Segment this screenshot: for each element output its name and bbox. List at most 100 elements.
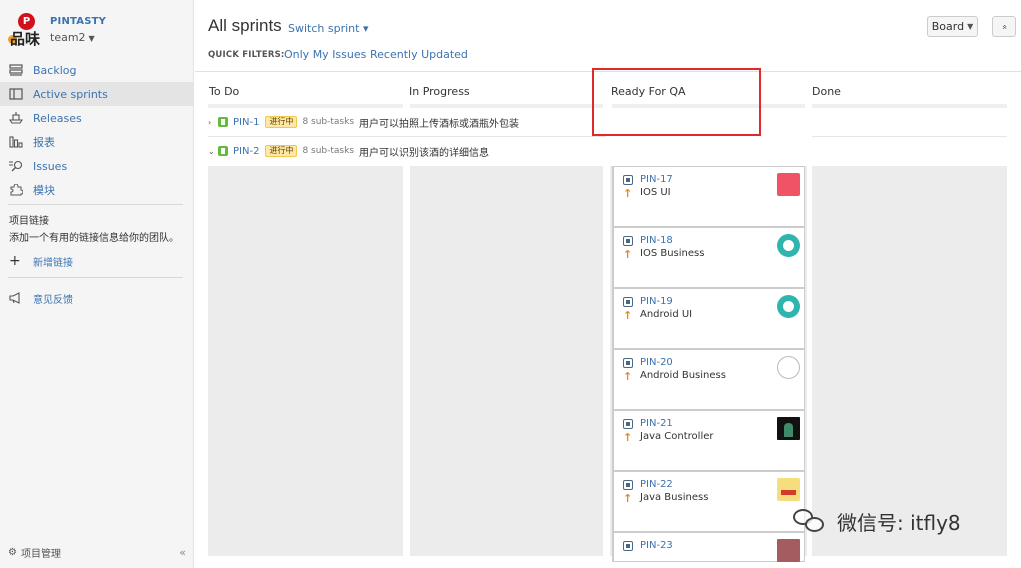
- quick-filters-label: QUICK FILTERS:: [208, 50, 285, 60]
- puzzle-icon: [8, 183, 24, 197]
- issue-card[interactable]: PIN-19 ↑ Android UI: [612, 288, 805, 349]
- feedback-label: 意见反馈: [33, 294, 73, 306]
- sidebar-divider: [8, 204, 183, 205]
- project-header[interactable]: P 品味 PINTASTY team2 ▼: [8, 10, 188, 50]
- subtask-count: 8 sub-tasks: [302, 146, 355, 156]
- column-in-progress: [410, 166, 603, 556]
- issue-card[interactable]: PIN-23: [612, 532, 805, 562]
- issue-key[interactable]: PIN-1: [233, 117, 259, 128]
- team-selector[interactable]: team2 ▼: [50, 31, 95, 44]
- column-header-bar: [410, 104, 603, 108]
- subtask-icon: [623, 236, 633, 246]
- issue-card[interactable]: PIN-17 ↑ IOS UI: [612, 166, 805, 227]
- sidebar-item-label: Issues: [33, 159, 68, 173]
- story-icon: [218, 146, 228, 156]
- issue-key[interactable]: PIN-17: [640, 174, 673, 185]
- sidebar-item-issues[interactable]: Issues: [0, 154, 193, 178]
- subtask-icon: [623, 541, 633, 551]
- column-header-bar: [812, 104, 1007, 108]
- sidebar-nav: Backlog Active sprints Releases 报表 Issue…: [0, 58, 193, 202]
- project-links-title: 项目链接: [9, 216, 49, 227]
- issue-key[interactable]: PIN-20: [640, 357, 673, 368]
- swimlane-divider: [812, 136, 1007, 137]
- board-menu-button[interactable]: Board ▼: [927, 16, 978, 37]
- column-header-bar: [208, 104, 403, 108]
- issue-key[interactable]: PIN-23: [640, 540, 673, 551]
- subtask-icon: [623, 480, 633, 490]
- issue-key[interactable]: PIN-22: [640, 479, 673, 490]
- issue-card[interactable]: PIN-22 ↑ Java Business: [612, 471, 805, 532]
- status-badge: 进行中: [265, 145, 298, 157]
- mauve-avatar[interactable]: [777, 539, 800, 562]
- column-header-todo: To Do: [209, 85, 240, 98]
- sidebar-item-releases[interactable]: Releases: [0, 106, 193, 130]
- issue-summary: Android UI: [640, 309, 693, 320]
- issue-key[interactable]: PIN-21: [640, 418, 673, 429]
- column-header-done: Done: [812, 85, 841, 98]
- status-badge: 进行中: [265, 116, 298, 128]
- issue-summary: IOS Business: [640, 248, 705, 259]
- sidebar-item-label: 报表: [33, 136, 55, 149]
- priority-arrow-icon: ↑: [623, 187, 633, 200]
- project-logo: P 品味: [8, 10, 44, 48]
- switch-sprint-label: Switch sprint: [288, 22, 360, 35]
- subtask-count: 8 sub-tasks: [302, 117, 355, 127]
- teal-avatar[interactable]: [777, 234, 800, 257]
- sidebar-item-active-sprints[interactable]: Active sprints: [0, 82, 193, 106]
- issue-key[interactable]: PIN-19: [640, 296, 673, 307]
- logo-text: 品味: [10, 30, 41, 48]
- filter-recently-updated[interactable]: Recently Updated: [370, 48, 468, 61]
- ghost-avatar[interactable]: [777, 356, 800, 379]
- swimlane-header[interactable]: › PIN-1 进行中 8 sub-tasks 用户可以拍照上传酒标或酒瓶外包装: [208, 114, 519, 130]
- subtask-icon: [623, 175, 633, 185]
- issue-summary: 用户可以拍照上传酒标或酒瓶外包装: [359, 118, 520, 130]
- switch-sprint-dropdown[interactable]: Switch sprint ▾: [288, 22, 368, 35]
- sidebar-item-modules[interactable]: 模块: [0, 178, 193, 202]
- chevron-down-icon: ▼: [88, 34, 95, 43]
- priority-arrow-icon: ↑: [623, 309, 633, 322]
- board-icon: [8, 87, 24, 101]
- project-name[interactable]: PINTASTY: [50, 16, 106, 27]
- filter-only-my-issues[interactable]: Only My Issues: [284, 48, 366, 61]
- issue-summary: 用户可以识别该酒的详细信息: [359, 147, 490, 159]
- feedback-link[interactable]: 意见反馈: [8, 290, 73, 306]
- dark-avatar[interactable]: [777, 417, 800, 440]
- chevron-down-icon[interactable]: ⌄: [208, 147, 218, 156]
- sidebar-item-label: Releases: [33, 111, 82, 125]
- collapse-sidebar-button[interactable]: «: [179, 546, 186, 559]
- issue-card[interactable]: PIN-18 ↑ IOS Business: [612, 227, 805, 288]
- issue-card[interactable]: PIN-21 ↑ Java Controller: [612, 410, 805, 471]
- expand-button[interactable]: «: [992, 16, 1016, 37]
- bar-chart-icon: [8, 135, 24, 149]
- sidebar: P 品味 PINTASTY team2 ▼ Backlog Active spri…: [0, 0, 194, 568]
- megaphone-icon: [8, 291, 24, 305]
- sidebar-item-label: 模块: [33, 184, 55, 197]
- swimlane-header[interactable]: ⌄ PIN-2 进行中 8 sub-tasks 用户可以识别该酒的详细信息: [208, 143, 489, 159]
- page-title: All sprints: [208, 16, 282, 35]
- issues-search-icon: [8, 159, 24, 173]
- ship-icon: [8, 111, 24, 125]
- priority-arrow-icon: ↑: [623, 431, 633, 444]
- sidebar-item-reports[interactable]: 报表: [0, 130, 193, 154]
- team-name: team2: [50, 31, 86, 44]
- teal-avatar[interactable]: [777, 295, 800, 318]
- swimlane-divider: [208, 136, 606, 137]
- add-link-button[interactable]: + 新增链接: [9, 253, 73, 269]
- story-icon: [218, 117, 228, 127]
- project-admin-link[interactable]: 项目管理: [21, 545, 61, 560]
- chevron-right-icon[interactable]: ›: [208, 118, 218, 127]
- board-button-label: Board: [931, 20, 965, 33]
- sidebar-item-backlog[interactable]: Backlog: [0, 58, 193, 82]
- pink-avatar[interactable]: [777, 173, 800, 196]
- column-header-in-progress: In Progress: [409, 85, 470, 98]
- subtask-icon: [623, 419, 633, 429]
- sidebar-footer: ⚙ 项目管理 «: [8, 545, 186, 560]
- issue-summary: Java Business: [640, 492, 709, 503]
- sidebar-divider: [8, 277, 183, 278]
- issue-key[interactable]: PIN-18: [640, 235, 673, 246]
- cartoon-avatar[interactable]: [777, 478, 800, 501]
- watermark: 微信号: itfly8: [793, 504, 961, 538]
- issue-card[interactable]: PIN-20 ↑ Android Business: [612, 349, 805, 410]
- issue-key[interactable]: PIN-2: [233, 146, 259, 157]
- sidebar-item-label: Backlog: [33, 63, 77, 77]
